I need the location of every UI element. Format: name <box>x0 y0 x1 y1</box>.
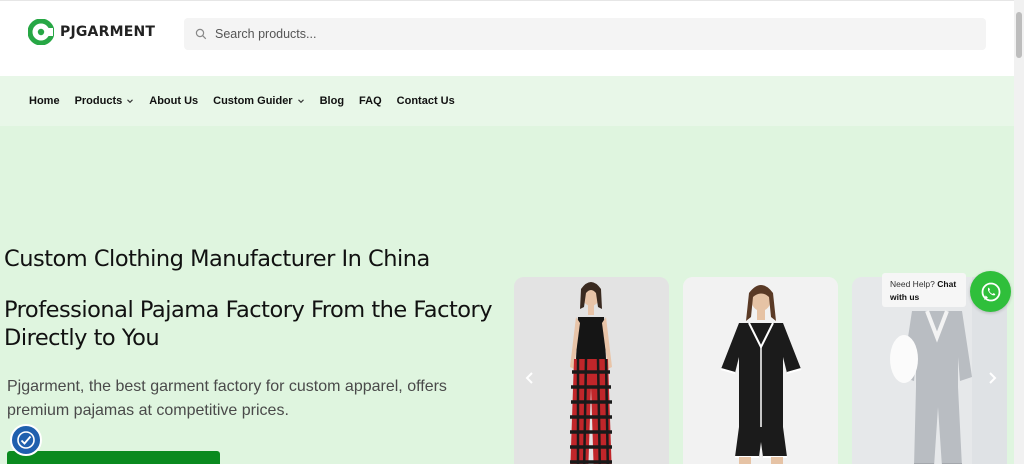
whatsapp-chat-button[interactable] <box>970 271 1011 312</box>
search-icon <box>195 28 207 40</box>
accessibility-icon <box>17 431 35 449</box>
nav-item-label: Custom Guider <box>213 95 293 107</box>
page-scrollbar[interactable] <box>1014 0 1024 464</box>
nav-item-custom-guider[interactable]: Custom Guider <box>213 95 304 107</box>
nav-item-label: Products <box>74 95 123 107</box>
search-bar <box>184 18 986 50</box>
chevron-down-icon <box>127 99 134 104</box>
scrollbar-thumb[interactable] <box>1016 12 1022 58</box>
nav-item-blog[interactable]: Blog <box>320 95 344 107</box>
nav-item-contact-us[interactable]: Contact Us <box>397 95 455 107</box>
hero-subheading: Professional Pajama Factory From the Fac… <box>4 297 493 351</box>
chat-help-bold: Chat <box>937 279 957 289</box>
nav-item-products[interactable]: Products <box>75 95 135 107</box>
product-image <box>683 277 838 464</box>
carousel-next-icon[interactable] <box>984 370 1000 386</box>
hero-heading: Custom Clothing Manufacturer In China <box>4 246 430 272</box>
brand-name: PJGARMENT <box>60 24 156 40</box>
search-input[interactable] <box>215 27 975 41</box>
nav-item-label: FAQ <box>359 95 382 107</box>
carousel-prev-icon[interactable] <box>522 370 538 386</box>
nav-item-label: Home <box>29 95 60 107</box>
brand-logo-icon <box>28 19 54 45</box>
chevron-down-icon <box>297 99 304 104</box>
whatsapp-icon <box>981 282 1000 301</box>
nav-item-about-us[interactable]: About Us <box>149 95 198 107</box>
hero-cta-button[interactable] <box>7 451 220 464</box>
accessibility-button[interactable] <box>10 424 42 456</box>
hero-description: Pjgarment, the best garment factory for … <box>7 378 447 419</box>
nav-item-label: Contact Us <box>396 95 455 107</box>
nav-item-home[interactable]: Home <box>29 95 60 107</box>
chat-help-text: Need Help? <box>890 279 935 289</box>
chat-help-bold-2: with us <box>890 292 920 302</box>
nav-item-label: Blog <box>319 95 345 107</box>
site-header: PJGARMENT <box>0 0 1014 76</box>
main-nav: Home Products About Us Custom Guider Blo… <box>0 76 1014 126</box>
product-image-card[interactable] <box>683 277 838 464</box>
chat-help-bubble[interactable]: Need Help? Chat with us <box>882 273 966 307</box>
nav-item-faq[interactable]: FAQ <box>359 95 382 107</box>
nav-item-label: About Us <box>149 95 199 107</box>
brand-logo[interactable]: PJGARMENT <box>28 19 155 45</box>
hero-section: Custom Clothing Manufacturer In China Pr… <box>0 126 1014 464</box>
